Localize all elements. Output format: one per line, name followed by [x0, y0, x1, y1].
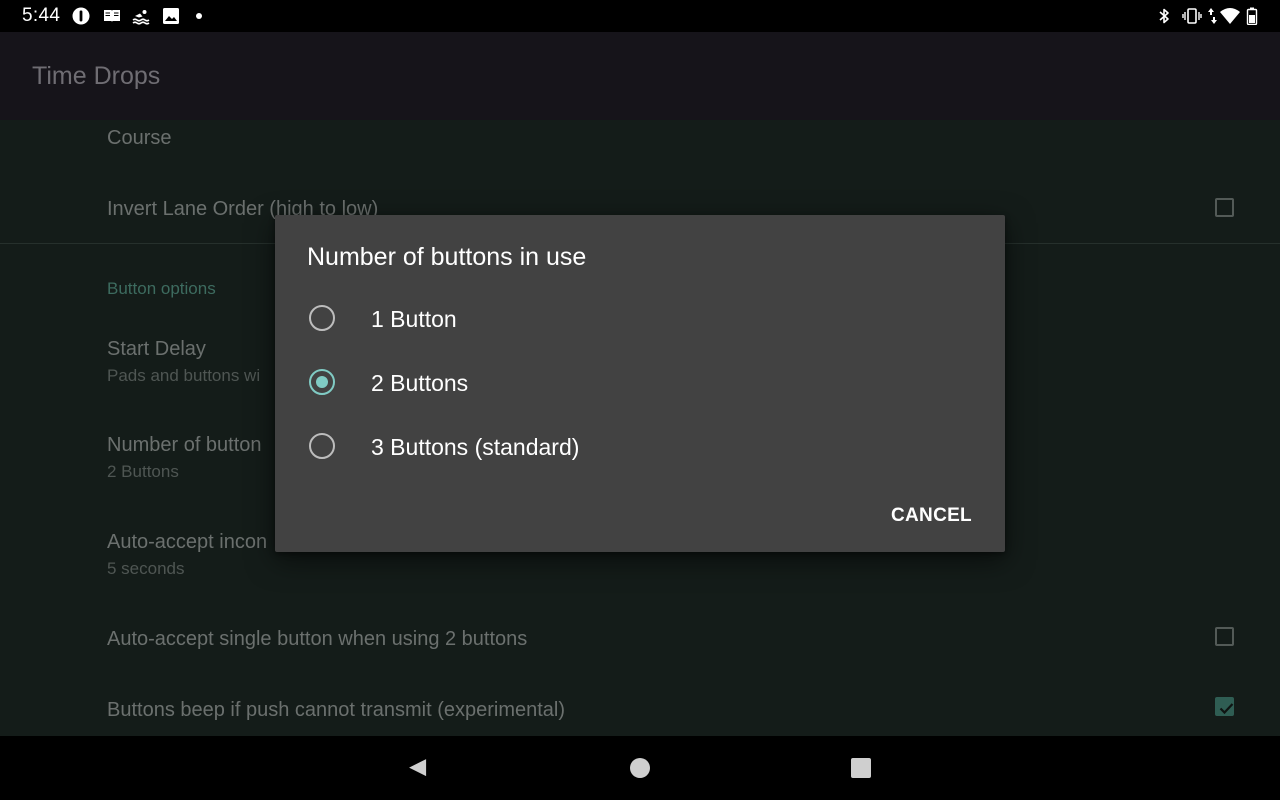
radio-option-1-button[interactable]: 1 Button — [275, 288, 1005, 348]
section-header-button-options: Button options — [107, 279, 216, 298]
dot-icon — [194, 7, 212, 25]
recents-icon[interactable] — [847, 754, 875, 782]
wifi-icon — [1219, 7, 1240, 25]
dialog-title: Number of buttons in use — [307, 243, 587, 271]
image-icon — [162, 7, 180, 25]
radio-button[interactable] — [309, 305, 335, 331]
battery-icon — [1246, 7, 1264, 26]
back-icon[interactable] — [402, 754, 430, 782]
pref-buttons-beep-title: Buttons beep if push cannot transmit (ex… — [107, 699, 566, 721]
pref-course-title: Course — [107, 127, 172, 149]
invert-lane-order-checkbox[interactable] — [1215, 198, 1234, 217]
pref-start-delay-summary: Pads and buttons wi — [107, 366, 261, 385]
app-title: Time Drops — [32, 62, 161, 90]
radio-option-2-buttons[interactable]: 2 Buttons — [275, 352, 1005, 412]
check-icon — [1219, 703, 1234, 715]
book-icon — [103, 7, 121, 25]
radio-option-label: 2 Buttons — [371, 370, 469, 396]
number-of-buttons-dialog: Number of buttons in use 1 Button 2 Butt… — [275, 215, 1005, 552]
bluetooth-icon — [1155, 7, 1173, 25]
pref-number-of-buttons-summary: 2 Buttons — [107, 462, 179, 481]
pref-number-of-buttons-title: Number of button — [107, 434, 262, 456]
navigation-bar — [0, 736, 1280, 800]
cancel-button[interactable]: CANCEL — [891, 505, 972, 527]
status-bar: 5:44 — [0, 0, 1280, 32]
pref-start-delay-title: Start Delay — [107, 338, 206, 360]
pref-auto-accept-single-title: Auto-accept single button when using 2 b… — [107, 628, 528, 650]
radio-option-3-buttons[interactable]: 3 Buttons (standard) — [275, 416, 1005, 476]
pref-auto-accept-incomplete-summary: 5 seconds — [107, 559, 185, 578]
app-bar: Time Drops — [0, 32, 1280, 120]
status-time: 5:44 — [22, 5, 61, 26]
alert-icon — [72, 7, 90, 25]
home-icon[interactable] — [626, 754, 654, 782]
buttons-beep-checkbox[interactable] — [1215, 697, 1234, 716]
swimmer-icon — [132, 7, 150, 25]
radio-selected-dot — [316, 376, 328, 388]
pref-auto-accept-incomplete-title: Auto-accept incon — [107, 531, 268, 553]
auto-accept-single-checkbox[interactable] — [1215, 627, 1234, 646]
radio-button-selected[interactable] — [309, 369, 335, 395]
radio-option-label: 3 Buttons (standard) — [371, 434, 580, 460]
radio-option-label: 1 Button — [371, 306, 457, 332]
vibrate-icon — [1182, 7, 1202, 25]
radio-button[interactable] — [309, 433, 335, 459]
